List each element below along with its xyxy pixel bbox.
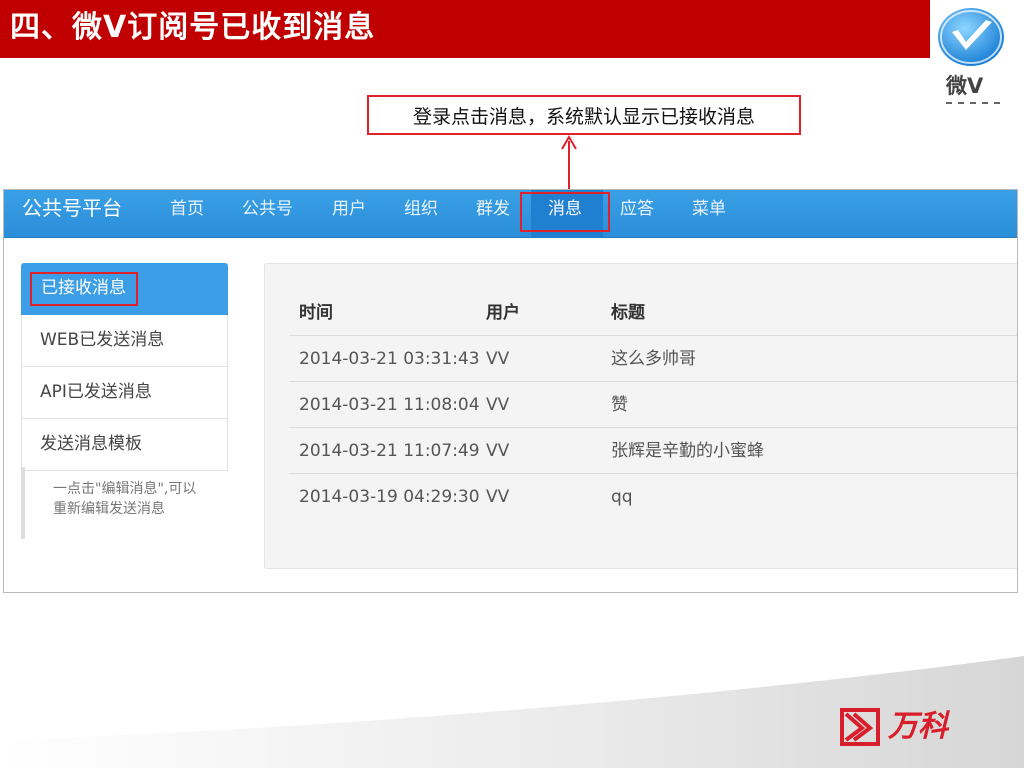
table-row[interactable]: 2014-03-21 11:07:49 VV 张辉是辛勤的小蜜蜂 <box>265 428 1017 474</box>
weiv-logo-text: 微V <box>946 74 984 98</box>
sidebar-item-label: WEB已发送消息 <box>40 330 165 350</box>
vanke-logo: 万科 <box>840 706 980 750</box>
callout-box: 登录点击消息，系统默认显示已接收消息 <box>367 95 801 135</box>
slide-header: 四、微V订阅号已收到消息 <box>0 0 930 58</box>
cell-time: 2014-03-19 04:29:30 <box>299 487 480 507</box>
sidebar-item-api-sent[interactable]: API已发送消息 <box>21 367 228 419</box>
messages-table: 时间 用户 标题 2014-03-21 03:31:43 VV 这么多帅哥 20… <box>264 263 1017 569</box>
cell-user: VV <box>486 349 510 369</box>
callout-text: 登录点击消息，系统默认显示已接收消息 <box>412 105 755 128</box>
cell-user: VV <box>486 487 510 507</box>
sidebar-note-text: 一点击"编辑消息",可以重新编辑发送消息 <box>53 481 197 517</box>
table-row[interactable]: 2014-03-21 11:08:04 VV 赞 <box>265 382 1017 428</box>
cell-title: qq <box>611 487 633 507</box>
sidebar-item-label: 已接收消息 <box>41 278 126 298</box>
nav-item-users[interactable]: 用户 <box>332 198 366 220</box>
navbar: 公共号平台 首页 公共号 用户 组织 群发 消息 应答 菜单 <box>4 190 1017 238</box>
weiv-tagline-icon <box>946 102 1000 104</box>
cell-time: 2014-03-21 11:07:49 <box>299 441 480 461</box>
arrow-up-icon <box>561 135 577 193</box>
nav-item-menu[interactable]: 菜单 <box>692 198 726 220</box>
weiv-logo: 微V <box>930 0 1024 120</box>
sidebar-item-received[interactable]: 已接收消息 <box>21 263 228 315</box>
cell-time: 2014-03-21 03:31:43 <box>299 349 480 369</box>
column-header-time: 时间 <box>299 303 333 323</box>
nav-highlight-box <box>520 192 610 232</box>
nav-item-auto-reply[interactable]: 应答 <box>620 198 654 220</box>
cell-title: 赞 <box>611 395 628 415</box>
brand[interactable]: 公共号平台 <box>22 196 122 220</box>
sidebar-item-label: 发送消息模板 <box>40 434 142 454</box>
sidebar-item-web-sent[interactable]: WEB已发送消息 <box>21 315 228 367</box>
nav-item-broadcast[interactable]: 群发 <box>476 198 510 220</box>
cell-time: 2014-03-21 11:08:04 <box>299 395 480 415</box>
table-row[interactable]: 2014-03-21 03:31:43 VV 这么多帅哥 <box>265 336 1017 382</box>
nav-item-organization[interactable]: 组织 <box>404 198 438 220</box>
column-header-user: 用户 <box>486 303 520 323</box>
sidebar-item-label: API已发送消息 <box>40 382 152 402</box>
vanke-logo-text: 万科 <box>888 709 948 744</box>
cell-title: 张辉是辛勤的小蜜蜂 <box>611 441 764 461</box>
vanke-emblem-icon <box>840 708 880 746</box>
slide-title: 四、微V订阅号已收到消息 <box>10 10 376 45</box>
app-screenshot: 公共号平台 首页 公共号 用户 组织 群发 消息 应答 菜单 已接收消息 WEB… <box>3 189 1018 593</box>
sidebar-note: 一点击"编辑消息",可以重新编辑发送消息 <box>21 467 228 539</box>
cell-user: VV <box>486 395 510 415</box>
cell-title: 这么多帅哥 <box>611 349 696 369</box>
weiv-checkmark-icon <box>938 8 1004 66</box>
table-row[interactable]: 2014-03-19 04:29:30 VV qq <box>265 474 1017 520</box>
nav-item-home[interactable]: 首页 <box>170 198 204 220</box>
column-header-title: 标题 <box>611 303 645 323</box>
cell-user: VV <box>486 441 510 461</box>
sidebar-item-templates[interactable]: 发送消息模板 <box>21 419 228 471</box>
nav-item-public-accounts[interactable]: 公共号 <box>242 198 293 220</box>
